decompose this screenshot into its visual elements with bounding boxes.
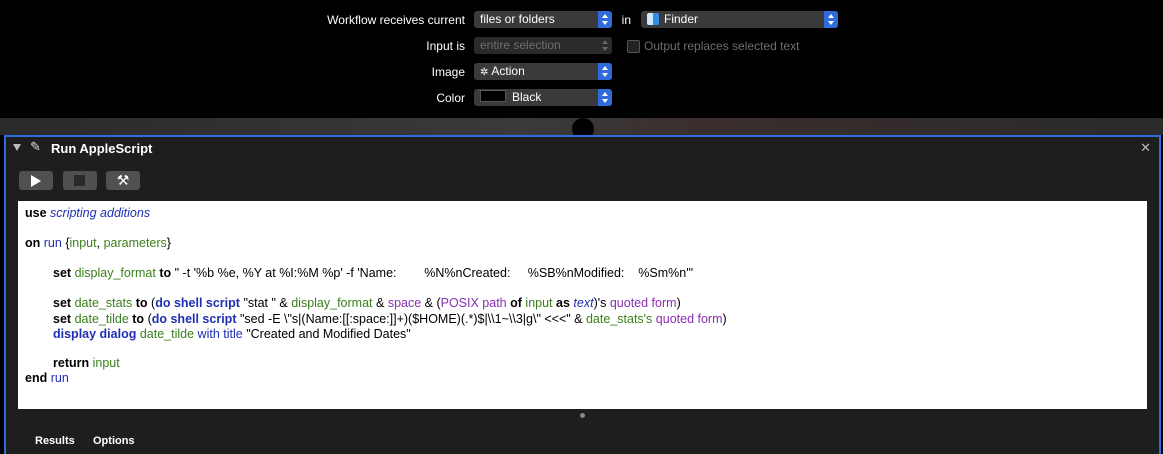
chevron-updown-icon [598, 89, 612, 106]
image-label: Image [431, 65, 465, 79]
action-title-bar: ✎ Run AppleScript ✕ [6, 137, 1159, 161]
hammer-icon: ⚒ [116, 172, 130, 188]
compile-button[interactable]: ⚒ [106, 171, 140, 190]
color-label: Color [436, 91, 465, 105]
gear-icon: ✲ [480, 67, 489, 78]
applescript-icon: ✎ [30, 139, 41, 154]
stop-button[interactable] [63, 171, 97, 190]
input-is-select: entire selection [474, 37, 612, 54]
color-select[interactable]: Black [474, 89, 612, 106]
output-replaces-checkbox[interactable] [627, 40, 640, 53]
output-replaces-label: Output replaces selected text [644, 39, 800, 53]
workflow-header: Workflow receives current files or folde… [0, 0, 1163, 118]
code-line: use scripting additions [25, 206, 151, 220]
chevron-updown-icon [598, 11, 612, 28]
code-line: return input [53, 356, 120, 370]
action-title: Run AppleScript [51, 141, 153, 156]
receives-label: Workflow receives current [327, 13, 465, 27]
code-line: display dialog date_tilde with title "Cr… [53, 327, 411, 341]
resize-handle[interactable] [580, 413, 585, 418]
code-line: set display_format to " -t '%b %e, %Y at… [53, 266, 694, 280]
disclosure-triangle-icon[interactable] [13, 144, 21, 151]
code-line: on run {input, parameters} [25, 236, 171, 250]
code-line: set date_stats to (do shell script "stat… [53, 296, 681, 310]
image-select[interactable]: ✲ Action [474, 63, 612, 80]
chevron-updown-icon [824, 11, 838, 28]
color-swatch [480, 90, 506, 102]
application-select[interactable]: Finder [641, 11, 838, 28]
chevron-updown-icon [598, 63, 612, 80]
tab-options[interactable]: Options [93, 435, 135, 447]
code-line: set date_tilde to (do shell script "sed … [53, 312, 727, 326]
tab-results[interactable]: Results [35, 435, 75, 447]
receives-select[interactable]: files or folders [474, 11, 612, 28]
run-button[interactable] [19, 171, 53, 190]
script-editor[interactable]: use scripting additions on run {input, p… [18, 201, 1147, 409]
input-is-label: Input is [426, 39, 465, 53]
run-applescript-action: ✎ Run AppleScript ✕ ⚒ use scripting addi… [4, 135, 1161, 454]
chevron-updown-icon [598, 37, 612, 54]
code-line: end run [25, 371, 69, 385]
close-icon[interactable]: ✕ [1140, 140, 1151, 156]
in-label: in [621, 13, 631, 27]
finder-icon [647, 13, 659, 25]
